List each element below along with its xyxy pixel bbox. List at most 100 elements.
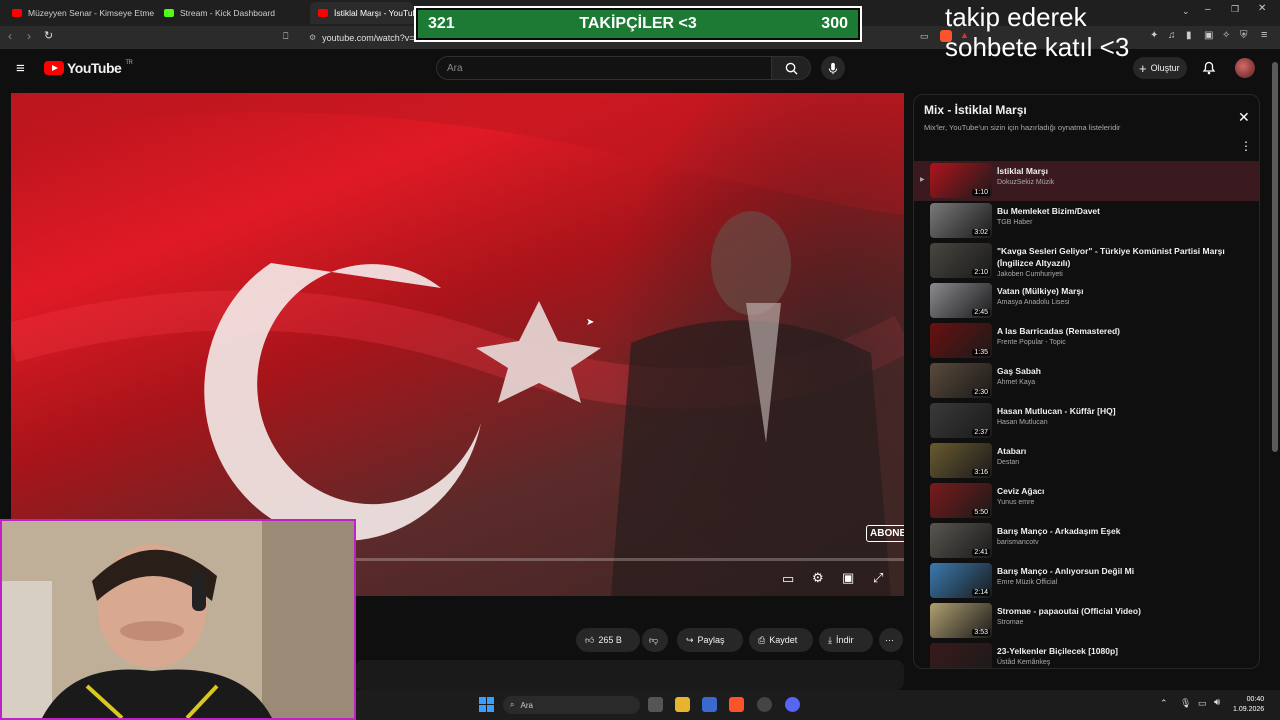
- obs-icon[interactable]: [757, 697, 772, 712]
- video-thumbnail[interactable]: 2:41: [930, 523, 992, 558]
- browser-tab-active[interactable]: İstiklal Marşı - YouTube: [310, 2, 414, 24]
- video-duration: 3:16: [972, 469, 990, 476]
- playlist-item-title: Barış Manço - Anlıyorsun Değil Mi: [997, 566, 1135, 576]
- video-thumbnail[interactable]: 3:02: [930, 203, 992, 238]
- browser-tab[interactable]: Müzeyyen Senar - Kimseye Etme: [4, 2, 154, 24]
- subscribe-watermark[interactable]: ABONE: [866, 525, 904, 542]
- playlist-item-title: Atabarı: [997, 446, 1027, 456]
- playlist-more-icon[interactable]: ⋮: [1240, 139, 1252, 153]
- playlist-item-title: Gaş Sabah: [997, 366, 1041, 376]
- store-icon[interactable]: [702, 697, 717, 712]
- screen-cast-icon[interactable]: ▭: [920, 31, 929, 42]
- taskbar-search[interactable]: ⌕ Ara: [503, 696, 640, 714]
- volume-icon[interactable]: 🔊︎: [1214, 697, 1220, 708]
- playlist-item[interactable]: 1:35 A las Barricadas (Remastered) Frente …: [914, 321, 1259, 361]
- playlist-items: ▶ 1:10 İstiklal Marşı DokuzSekiz Müzik 3:02 B…: [914, 161, 1259, 668]
- playlist-item-title: Hasan Mutlucan - Küffâr [HQ]: [997, 406, 1116, 416]
- more-actions-button[interactable]: ⋯: [879, 628, 903, 652]
- like-button[interactable]: 👍︎ 265 B: [576, 628, 640, 652]
- description-box[interactable]: [355, 660, 904, 690]
- video-thumbnail[interactable]: [930, 643, 992, 668]
- video-thumbnail[interactable]: 2:10: [930, 243, 992, 278]
- video-thumbnail[interactable]: 3:16: [930, 443, 992, 478]
- video-thumbnail[interactable]: 1:35: [930, 323, 992, 358]
- browser-tab[interactable]: Stream - Kick Dashboard: [156, 2, 306, 24]
- search-button[interactable]: [771, 56, 811, 80]
- theater-mode-icon[interactable]: ▣: [842, 570, 854, 586]
- notifications-button[interactable]: [1202, 60, 1216, 80]
- network-icon[interactable]: ▭: [1198, 698, 1207, 709]
- playlist-item-title: Ceviz Ağacı: [997, 486, 1045, 496]
- hidden-icons-chevron-icon[interactable]: ⌃: [1160, 698, 1168, 709]
- video-duration: 3:02: [972, 229, 990, 236]
- youtube-favicon-icon: [12, 9, 22, 17]
- video-duration: 5:50: [972, 509, 990, 516]
- page-scrollbar[interactable]: [1272, 62, 1278, 452]
- video-thumbnail[interactable]: 2:30: [930, 363, 992, 398]
- follower-goal-title: TAKİPÇİLER <3: [579, 15, 697, 32]
- reload-icon[interactable]: ↻: [44, 29, 53, 42]
- video-thumbnail[interactable]: 3:53: [930, 603, 992, 638]
- playlist-item-channel: TGB Haber: [997, 219, 1033, 226]
- video-thumbnail[interactable]: 2:14: [930, 563, 992, 598]
- close-playlist-icon[interactable]: ✕: [1238, 109, 1250, 126]
- subtitles-icon[interactable]: ▭: [782, 571, 794, 587]
- playlist-item-title: "Kavga Sesleri Geliyor" - Türkiye Komüni…: [997, 246, 1225, 268]
- windows-taskbar: [356, 690, 1280, 720]
- video-thumbnail[interactable]: 5:50: [930, 483, 992, 518]
- share-button[interactable]: ↪ Paylaş: [677, 628, 743, 652]
- download-button[interactable]: ⤓ İndir: [819, 628, 873, 652]
- download-icon: ⤓: [828, 634, 832, 645]
- webcam-feed: [2, 521, 354, 718]
- playlist-item[interactable]: 2:10 "Kavga Sesleri Geliyor" - Türkiye Ko…: [914, 241, 1259, 281]
- playlist-item[interactable]: 2:14 Barış Manço - Anlıyorsun Değil Mi Emr…: [914, 561, 1259, 601]
- playlist-item[interactable]: 3:02 Bu Memleket Bizim/Davet TGB Haber: [914, 201, 1259, 241]
- forward-icon[interactable]: ›: [27, 29, 31, 43]
- mix-playlist-panel: Mix - İstiklal Marşı Mix'ler, YouTube'un…: [913, 94, 1260, 669]
- video-thumbnail[interactable]: 1:10: [930, 163, 992, 198]
- playlist-item[interactable]: ▶ 1:10 İstiklal Marşı DokuzSekiz Müzik: [914, 161, 1259, 201]
- playlist-item-title: Stromae - papaoutai (Official Video): [997, 606, 1141, 616]
- site-info-icon: ⚙: [309, 33, 317, 42]
- playlist-item-channel: Emre Müzik Official: [997, 579, 1058, 586]
- file-explorer-icon[interactable]: [675, 697, 690, 712]
- video-thumbnail[interactable]: 2:37: [930, 403, 992, 438]
- playlist-item[interactable]: 5:50 Ceviz Ağacı Yunus emre: [914, 481, 1259, 521]
- youtube-logo[interactable]: YouTube TR: [44, 60, 133, 76]
- brave-browser-icon[interactable]: [729, 697, 744, 712]
- save-button[interactable]: ⎙ Kaydet: [749, 628, 813, 652]
- playlist-item[interactable]: 3:53 Stromae - papaoutai (Official Video)…: [914, 601, 1259, 641]
- discord-icon[interactable]: [785, 697, 800, 712]
- search-input[interactable]: Ara: [436, 56, 772, 80]
- hamburger-menu-icon[interactable]: ≡: [16, 60, 25, 77]
- playlist-item-channel: Jakoben Cumhuriyeti: [997, 271, 1063, 278]
- video-thumbnail[interactable]: 2:45: [930, 283, 992, 318]
- fullscreen-icon[interactable]: ⤢: [873, 570, 883, 586]
- address-input[interactable]: ⚙ youtube.com/watch?v=: [305, 28, 415, 47]
- playlist-item-channel: barismancotv: [997, 539, 1039, 546]
- playlist-subtitle: Mix'ler, YouTube'un sizin için hazırladı…: [924, 123, 1121, 132]
- playlist-item-channel: Frente Popular - Topic: [997, 339, 1066, 346]
- task-view-icon[interactable]: [648, 697, 663, 712]
- bookmark-icon[interactable]: ⎕: [283, 31, 288, 42]
- search-icon: [785, 62, 798, 75]
- system-clock[interactable]: 00:40 1.09.2026: [1233, 695, 1264, 715]
- playlist-item[interactable]: 23-Yelkenler Biçilecek [1080p] Üstâd Kemâ…: [914, 641, 1259, 668]
- voice-search-button[interactable]: [821, 56, 845, 80]
- playlist-item[interactable]: 2:30 Gaş Sabah Ahmet Kaya: [914, 361, 1259, 401]
- video-duration: 2:14: [972, 589, 990, 596]
- follower-goal-overlay: 321 TAKİPÇİLER <3 300: [414, 6, 862, 42]
- playlist-item[interactable]: 3:16 Atabarı Destan: [914, 441, 1259, 481]
- playlist-item[interactable]: 2:37 Hasan Mutlucan - Küffâr [HQ] Hasan Mu…: [914, 401, 1259, 441]
- playlist-item[interactable]: 2:45 Vatan (Mülkiye) Marşı Amasya Anadolu …: [914, 281, 1259, 321]
- playlist-item-title: Vatan (Mülkiye) Marşı: [997, 286, 1084, 296]
- bookmark-save-icon: ⎙: [758, 634, 766, 645]
- microphone-icon[interactable]: 🎙︎: [1180, 698, 1191, 709]
- playlist-item[interactable]: 2:41 Barış Manço - Arkadaşım Eşek barisman…: [914, 521, 1259, 561]
- start-windows-icon[interactable]: [479, 697, 494, 712]
- back-icon[interactable]: ‹: [8, 29, 12, 43]
- dislike-button[interactable]: 👎︎: [642, 628, 668, 652]
- settings-gear-icon[interactable]: ⚙: [812, 570, 824, 586]
- webcam-overlay: [0, 519, 356, 720]
- microphone-icon: [828, 62, 838, 74]
